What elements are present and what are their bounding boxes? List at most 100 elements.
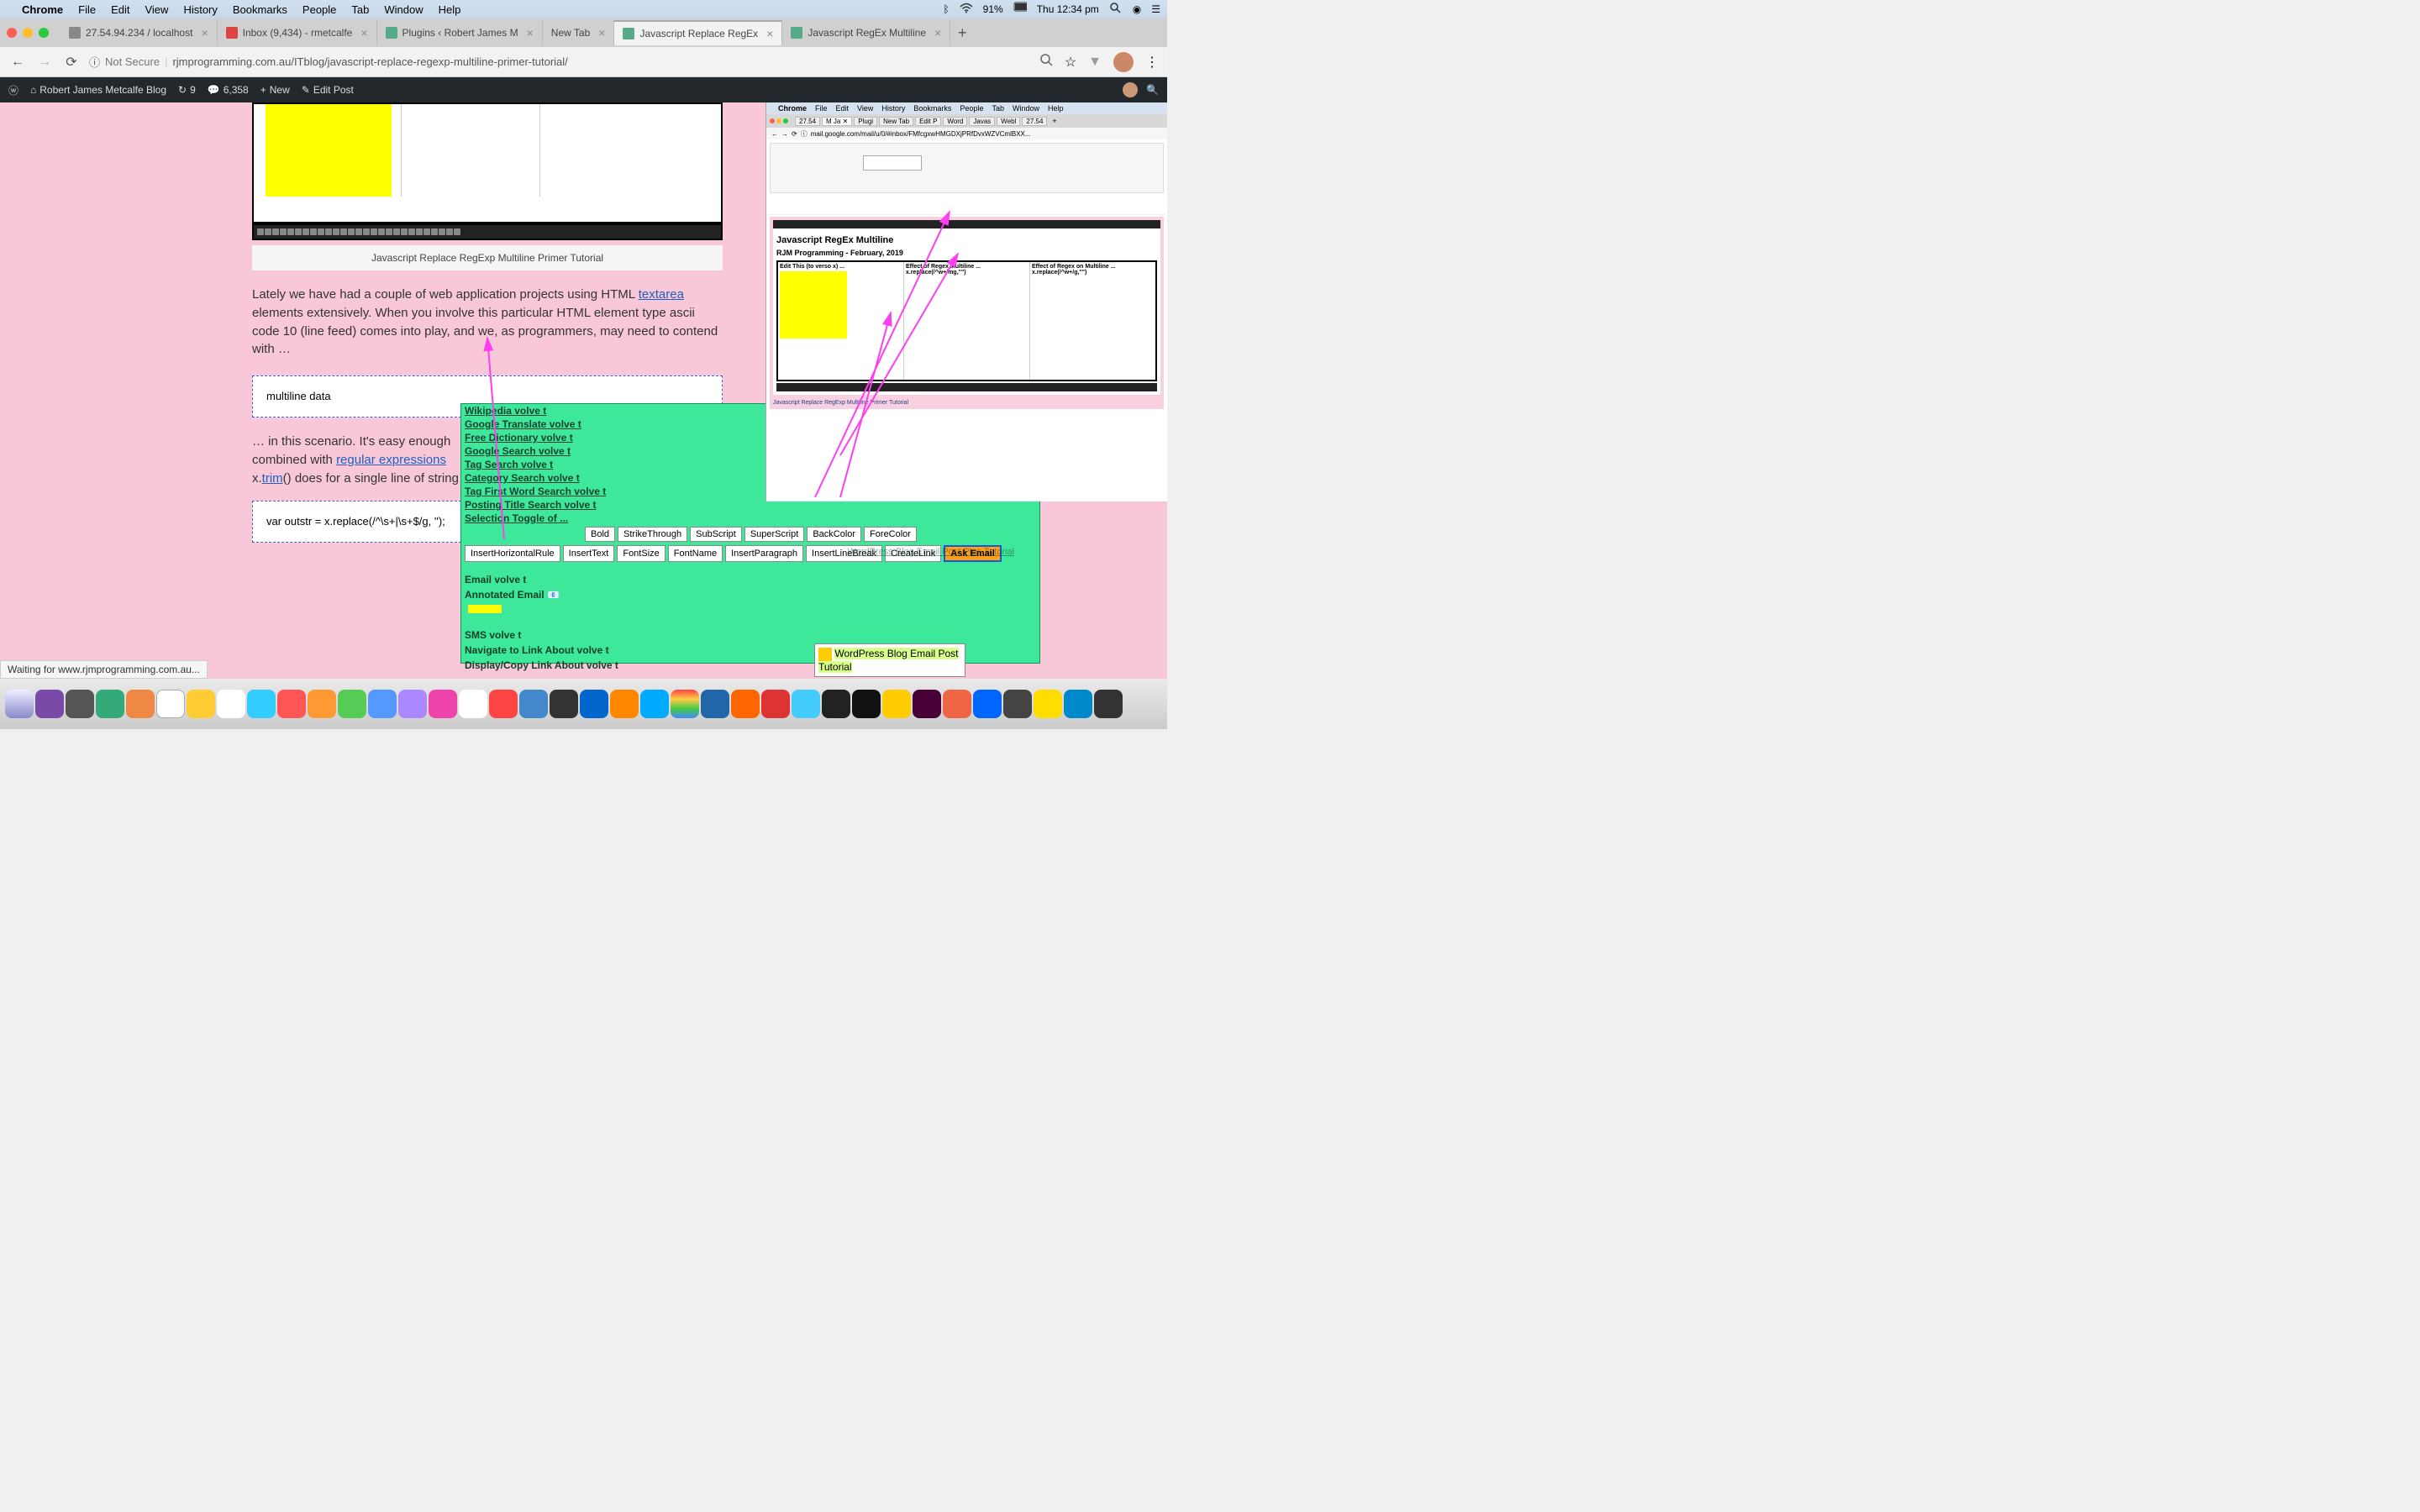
dock-app[interactable] — [640, 690, 669, 718]
dock-app[interactable] — [35, 690, 64, 718]
btn-fontsize[interactable]: FontSize — [617, 545, 665, 562]
spotlight-icon[interactable] — [1109, 2, 1123, 18]
dock-app[interactable] — [943, 690, 971, 718]
dock-app[interactable] — [429, 690, 457, 718]
dock-app[interactable] — [126, 690, 155, 718]
btn-forecolor[interactable]: ForeColor — [864, 527, 917, 542]
dock-app[interactable] — [882, 690, 911, 718]
dock-app[interactable] — [66, 690, 94, 718]
minimize-window-icon[interactable] — [23, 28, 33, 38]
btn-inserthrule[interactable]: InsertHorizontalRule — [465, 545, 560, 562]
tab-newtab[interactable]: New Tab× — [543, 20, 615, 45]
wifi-icon[interactable] — [960, 2, 973, 18]
search-icon[interactable] — [1039, 53, 1053, 71]
forward-button[interactable]: → — [35, 53, 54, 71]
star-icon[interactable]: ☆ — [1065, 54, 1076, 71]
maximize-window-icon[interactable] — [39, 28, 49, 38]
wp-comments[interactable]: 💬 6,358 — [208, 84, 249, 96]
dock-app[interactable] — [671, 690, 699, 718]
dock-app[interactable] — [247, 690, 276, 718]
tab-inbox[interactable]: Inbox (9,434) - rmetcalfe× — [218, 20, 377, 45]
dock-app[interactable] — [5, 690, 34, 718]
btn-fontname[interactable]: FontName — [668, 545, 723, 562]
menu-people[interactable]: People — [302, 3, 336, 16]
wp-new[interactable]: + New — [260, 84, 290, 96]
chevron-down-icon[interactable]: ▼ — [1088, 55, 1102, 70]
app-name[interactable]: Chrome — [22, 3, 63, 16]
menu-icon[interactable]: ☰ — [1151, 3, 1160, 15]
gm-selection-toggle[interactable]: Selection Toggle of ... — [461, 512, 1039, 525]
kebab-menu-icon[interactable]: ⋮ — [1145, 54, 1159, 71]
dock-app[interactable] — [1034, 690, 1062, 718]
wp-site-link[interactable]: ⌂ Robert James Metcalfe Blog — [30, 84, 166, 96]
dock-app[interactable] — [822, 690, 850, 718]
dock-app[interactable] — [1064, 690, 1092, 718]
siri-icon[interactable]: ◉ — [1133, 3, 1141, 15]
btn-subscript[interactable]: SubScript — [690, 527, 742, 542]
dock-app[interactable] — [761, 690, 790, 718]
menu-tab[interactable]: Tab — [351, 3, 369, 16]
close-icon[interactable]: × — [934, 26, 941, 39]
dock-app[interactable] — [338, 690, 366, 718]
menu-edit[interactable]: Edit — [111, 3, 129, 16]
btn-superscript[interactable]: SuperScript — [744, 527, 804, 542]
btn-inserttext[interactable]: InsertText — [563, 545, 615, 562]
menu-window[interactable]: Window — [384, 3, 423, 16]
tab-js-regex[interactable]: Javascript RegEx Multiline× — [782, 20, 950, 45]
dock-app[interactable] — [489, 690, 518, 718]
dock-app[interactable] — [519, 690, 548, 718]
tab-plugins[interactable]: Plugins ‹ Robert James M× — [377, 20, 543, 45]
dock-app[interactable] — [610, 690, 639, 718]
wp-updates[interactable]: ↻ 9 — [178, 84, 196, 96]
dock-app[interactable] — [277, 690, 306, 718]
tab-localhost[interactable]: 27.54.94.234 / localhost× — [60, 20, 218, 45]
related-post-link[interactable]: WordPress Blog Email Post Tutorial — [814, 643, 965, 677]
gm-annotated-email[interactable]: Annotated Email 📧 — [461, 587, 1039, 602]
menu-view[interactable]: View — [145, 3, 168, 16]
dock-app[interactable] — [217, 690, 245, 718]
wp-edit[interactable]: ✎ Edit Post — [302, 84, 354, 96]
close-icon[interactable]: × — [527, 26, 534, 39]
wp-logo-icon[interactable]: ⓦ — [8, 83, 18, 97]
clock[interactable]: Thu 12:34 pm — [1037, 3, 1099, 15]
dock-app[interactable] — [580, 690, 608, 718]
close-icon[interactable]: × — [598, 26, 605, 39]
dock-app[interactable] — [1003, 690, 1032, 718]
wp-avatar[interactable] — [1123, 82, 1138, 97]
dock-app[interactable] — [398, 690, 427, 718]
btn-strike[interactable]: StrikeThrough — [618, 527, 687, 542]
dock-app[interactable] — [731, 690, 760, 718]
new-tab-button[interactable]: + — [950, 24, 974, 42]
close-window-icon[interactable] — [7, 28, 17, 38]
dock-app[interactable] — [308, 690, 336, 718]
btn-insertparagraph[interactable]: InsertParagraph — [725, 545, 803, 562]
back-button[interactable]: ← — [8, 53, 27, 71]
menu-bookmarks[interactable]: Bookmarks — [233, 3, 287, 16]
dock-app[interactable] — [459, 690, 487, 718]
gm-email[interactable]: Email volve t — [461, 572, 1039, 587]
regex-link[interactable]: regular expressions — [336, 453, 446, 467]
reload-button[interactable]: ⟳ — [62, 53, 81, 71]
avatar-icon[interactable] — [1113, 52, 1134, 72]
url-field[interactable]: ⓘ Not Secure | rjmprogramming.com.au/ITb… — [89, 54, 1031, 70]
bluetooth-icon[interactable]: ᛒ — [943, 3, 949, 15]
dock-app[interactable] — [187, 690, 215, 718]
trim-link[interactable]: trim — [262, 471, 283, 486]
gm-faded-link[interactable]: WordPress Blog Email Post Plus Tutorial — [848, 547, 1014, 557]
dock-app[interactable] — [701, 690, 729, 718]
dock-app[interactable] — [156, 690, 185, 718]
menu-help[interactable]: Help — [439, 3, 461, 16]
info-icon[interactable]: ⓘ — [89, 54, 100, 70]
dock-app[interactable] — [913, 690, 941, 718]
dock-app[interactable] — [550, 690, 578, 718]
dock-app[interactable] — [852, 690, 881, 718]
dock-app[interactable] — [368, 690, 397, 718]
dock-app[interactable] — [1094, 690, 1123, 718]
window-controls[interactable] — [7, 28, 49, 38]
textarea-link[interactable]: textarea — [639, 287, 684, 302]
btn-backcolor[interactable]: BackColor — [807, 527, 861, 542]
dock-app[interactable] — [96, 690, 124, 718]
menu-file[interactable]: File — [78, 3, 96, 16]
btn-bold[interactable]: Bold — [585, 527, 615, 542]
dock-app[interactable] — [973, 690, 1002, 718]
